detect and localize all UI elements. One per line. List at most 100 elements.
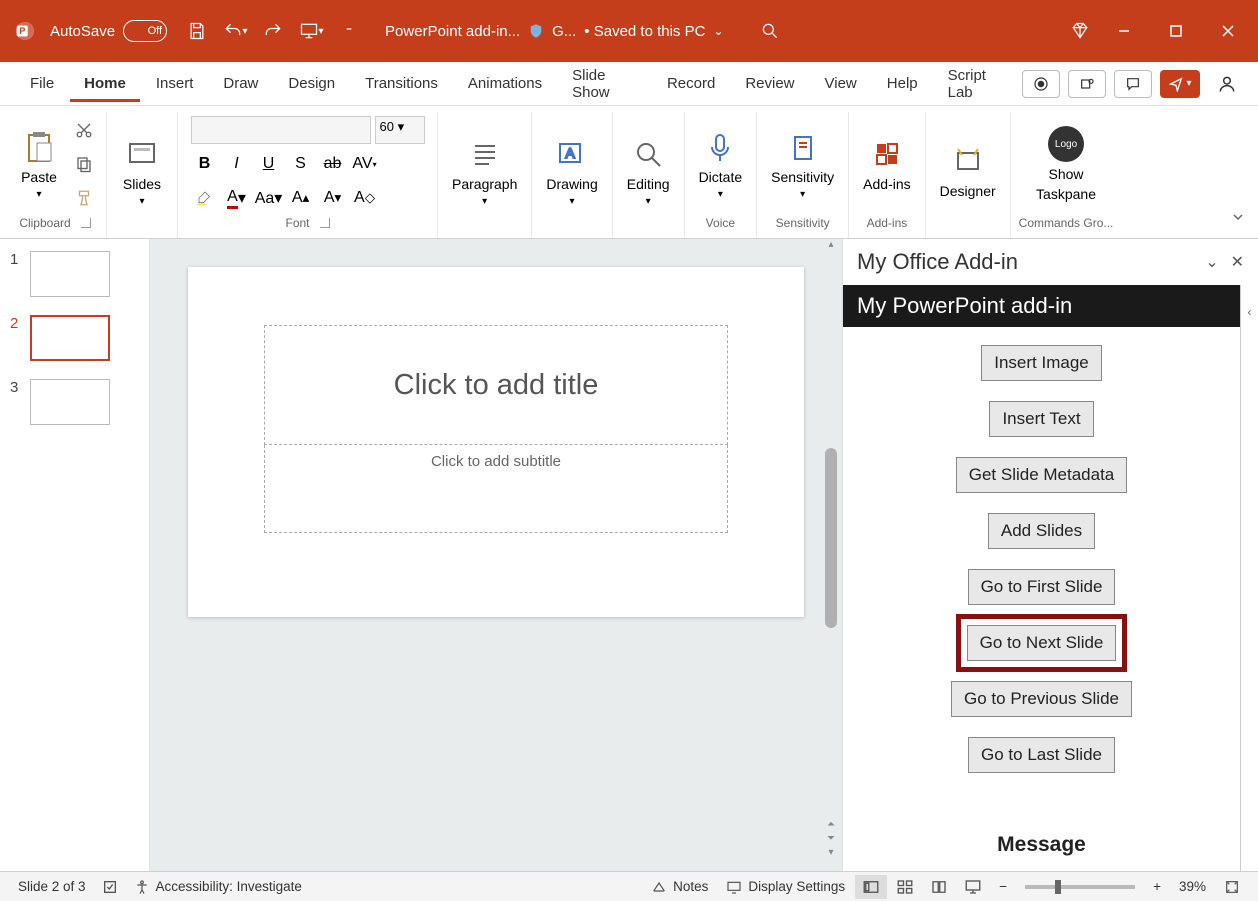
underline-button[interactable]: U	[255, 150, 283, 178]
drawing-button[interactable]: ADrawing▾	[540, 132, 603, 211]
insert-text-button[interactable]: Insert Text	[989, 401, 1093, 437]
undo-button[interactable]: ▾	[219, 15, 251, 47]
canvas-scrollbar[interactable]: ▴	[824, 239, 838, 871]
paragraph-button[interactable]: Paragraph▾	[446, 132, 523, 211]
cut-button[interactable]	[70, 116, 98, 144]
fit-window-button[interactable]	[1216, 879, 1248, 895]
tab-animations[interactable]: Animations	[454, 65, 556, 102]
close-button[interactable]	[1204, 7, 1252, 55]
tab-transitions[interactable]: Transitions	[351, 65, 452, 102]
font-family-combo[interactable]	[191, 116, 371, 144]
tab-scriptlab[interactable]: Script Lab	[934, 57, 1020, 111]
grow-font-button[interactable]: A▴	[287, 184, 315, 212]
get-metadata-button[interactable]: Get Slide Metadata	[956, 457, 1128, 493]
sensitivity-indicator[interactable]: G...	[552, 23, 576, 40]
camera-button[interactable]	[1022, 70, 1060, 98]
normal-view-button[interactable]	[855, 875, 887, 899]
autosave-toggle[interactable]: AutoSave Off	[50, 20, 167, 42]
tab-view[interactable]: View	[811, 65, 871, 102]
go-next-slide-button[interactable]: Go to Next Slide	[967, 625, 1117, 661]
spacing-button[interactable]: AV▾	[351, 150, 379, 178]
tab-insert[interactable]: Insert	[142, 65, 208, 102]
clipboard-dialog-launcher[interactable]	[81, 218, 91, 228]
strike-button[interactable]: ab	[319, 150, 347, 178]
clear-format-button[interactable]: A◇	[351, 184, 379, 212]
chevron-down-icon[interactable]: ⌄	[713, 24, 723, 38]
save-button[interactable]	[181, 15, 213, 47]
slideshow-view-button[interactable]	[957, 875, 989, 899]
tab-review[interactable]: Review	[731, 65, 808, 102]
ribbon-collapse-button[interactable]	[1230, 209, 1246, 230]
bold-button[interactable]: B	[191, 150, 219, 178]
change-case-button[interactable]: Aa▾	[255, 184, 283, 212]
account-button[interactable]	[1208, 70, 1246, 98]
editing-button[interactable]: Editing▾	[621, 132, 676, 211]
sensitivity-button[interactable]: Sensitivity▾	[765, 125, 840, 204]
present-button[interactable]: ▾	[295, 15, 327, 47]
taskpane-close-button[interactable]: ✕	[1231, 252, 1244, 272]
reading-view-button[interactable]	[923, 875, 955, 899]
redo-button[interactable]	[257, 15, 289, 47]
tab-help[interactable]: Help	[873, 65, 932, 102]
zoom-slider[interactable]	[1025, 885, 1135, 889]
paste-button[interactable]: Paste▾	[12, 125, 66, 204]
show-taskpane-button[interactable]: LogoShowTaskpane	[1030, 122, 1102, 206]
copy-button[interactable]	[70, 150, 98, 178]
add-slides-button[interactable]: Add Slides	[988, 513, 1095, 549]
tab-record[interactable]: Record	[653, 65, 729, 102]
highlight-button[interactable]	[191, 184, 219, 212]
diamond-icon[interactable]	[1064, 15, 1096, 47]
go-prev-slide-button[interactable]: Go to Previous Slide	[951, 681, 1132, 717]
zoom-level[interactable]: 39%	[1171, 879, 1214, 894]
italic-button[interactable]: I	[223, 150, 251, 178]
share-button[interactable]: ▾	[1160, 70, 1200, 98]
slides-button[interactable]: Slides▾	[115, 132, 169, 211]
thumb-num: 2	[10, 315, 22, 332]
accessibility-status[interactable]: Accessibility: Investigate	[126, 879, 310, 895]
format-painter-button[interactable]	[70, 184, 98, 212]
document-title: PowerPoint add-in...	[385, 23, 520, 40]
prev-slide-arrow[interactable]: ⏶	[824, 819, 838, 833]
slide-count[interactable]: Slide 2 of 3	[10, 879, 94, 894]
tab-slideshow[interactable]: Slide Show	[558, 57, 651, 111]
save-status[interactable]: • Saved to this PC	[584, 23, 705, 40]
insert-image-button[interactable]: Insert Image	[981, 345, 1102, 381]
slide[interactable]: Click to add title Click to add subtitle	[188, 267, 804, 617]
thumbnail-1[interactable]: 1	[10, 251, 139, 297]
designer-button[interactable]: Designer	[934, 139, 1002, 203]
go-last-slide-button[interactable]: Go to Last Slide	[968, 737, 1115, 773]
font-color-button[interactable]: A▾	[223, 184, 251, 212]
tab-file[interactable]: File	[16, 65, 68, 102]
taskpane-menu-button[interactable]: ⌄	[1205, 252, 1218, 272]
teams-button[interactable]	[1068, 70, 1106, 98]
font-size-combo[interactable]: 60 ▾	[375, 116, 425, 144]
font-dialog-launcher[interactable]	[320, 218, 330, 228]
subtitle-placeholder[interactable]: Click to add subtitle	[264, 445, 728, 533]
maximize-button[interactable]	[1152, 7, 1200, 55]
thumbnail-3[interactable]: 3	[10, 379, 139, 425]
tab-home[interactable]: Home	[70, 65, 140, 102]
thumbnail-2[interactable]: 2	[10, 315, 139, 361]
next-slide-arrow[interactable]: ⏷	[824, 833, 838, 847]
notes-button[interactable]: Notes	[643, 879, 716, 895]
zoom-in-button[interactable]: +	[1145, 879, 1169, 894]
ribbon-tabs: File Home Insert Draw Design Transitions…	[0, 62, 1258, 106]
comments-button[interactable]	[1114, 70, 1152, 98]
zoom-out-button[interactable]: −	[991, 879, 1015, 894]
spellcheck-icon[interactable]	[94, 879, 126, 895]
shrink-font-button[interactable]: A▾	[319, 184, 347, 212]
sorter-view-button[interactable]	[889, 875, 921, 899]
shadow-button[interactable]: S	[287, 150, 315, 178]
search-button[interactable]	[754, 15, 786, 47]
qat-customize[interactable]: ⁼	[333, 15, 365, 47]
taskpane-expand-handle[interactable]: ‹	[1240, 285, 1258, 871]
go-first-slide-button[interactable]: Go to First Slide	[968, 569, 1116, 605]
minimize-button[interactable]	[1100, 7, 1148, 55]
tab-draw[interactable]: Draw	[209, 65, 272, 102]
addins-button[interactable]: Add-ins	[857, 132, 916, 196]
addins-label: Add-ins	[863, 176, 910, 192]
dictate-button[interactable]: Dictate▾	[693, 125, 749, 204]
tab-design[interactable]: Design	[274, 65, 349, 102]
display-settings-button[interactable]: Display Settings	[718, 879, 853, 895]
title-placeholder[interactable]: Click to add title	[264, 325, 728, 445]
